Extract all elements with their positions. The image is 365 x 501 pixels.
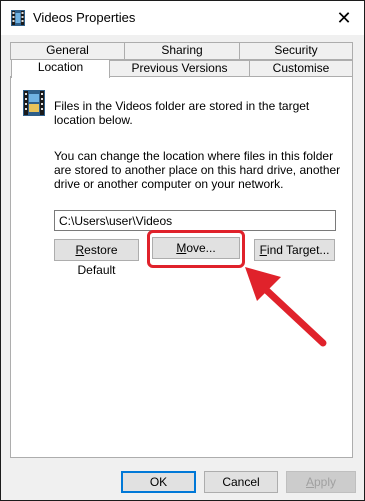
- accelerator-key: F: [259, 243, 267, 257]
- tab-location[interactable]: Location: [11, 59, 110, 78]
- tab-previous-versions[interactable]: Previous Versions: [109, 60, 250, 77]
- tab-label: Customise: [272, 61, 330, 75]
- cancel-button[interactable]: Cancel: [204, 471, 278, 493]
- tab-label: Security: [274, 43, 318, 57]
- tab-label: General: [46, 43, 89, 57]
- accelerator-key: R: [75, 243, 85, 257]
- button-label: Cancel: [222, 475, 260, 489]
- red-arrow-annotation: [245, 267, 327, 347]
- accelerator-key: A: [305, 475, 314, 489]
- button-label: ind Target...: [266, 243, 330, 257]
- tab-general[interactable]: General: [10, 42, 125, 60]
- tab-sharing[interactable]: Sharing: [124, 42, 240, 60]
- folder-path-field[interactable]: [54, 210, 336, 231]
- tab-customise[interactable]: Customise: [249, 60, 353, 77]
- title-bar: Videos Properties ✕: [1, 1, 364, 35]
- apply-button: Apply: [286, 471, 356, 493]
- tab-strip: General Sharing Security Location Previo…: [10, 41, 353, 78]
- properties-dialog: Videos Properties ✕ General Sharing Secu…: [0, 0, 365, 501]
- location-description-text: You can change the location where files …: [54, 149, 341, 191]
- button-label: OK: [149, 475, 168, 489]
- close-button[interactable]: ✕: [330, 4, 358, 32]
- tab-label: Previous Versions: [131, 61, 228, 75]
- restore-default-button[interactable]: Restore Default: [54, 239, 139, 277]
- location-tab-panel: Files in the Videos folder are stored in…: [10, 76, 353, 458]
- find-target-button[interactable]: Find Target...: [254, 239, 335, 261]
- tab-label: Location: [37, 60, 84, 74]
- window-title: Videos Properties: [33, 10, 136, 25]
- button-label: estore Default: [77, 243, 118, 277]
- tab-label: Sharing: [161, 43, 203, 57]
- move-button-highlight: [147, 230, 245, 268]
- close-icon: ✕: [336, 7, 352, 28]
- film-folder-icon: [11, 10, 25, 26]
- tab-security[interactable]: Security: [239, 42, 353, 60]
- location-info-text: Files in the Videos folder are stored in…: [54, 99, 310, 127]
- film-folder-icon: [23, 90, 45, 116]
- ok-button[interactable]: OK: [121, 471, 196, 493]
- button-label: pply: [314, 475, 337, 489]
